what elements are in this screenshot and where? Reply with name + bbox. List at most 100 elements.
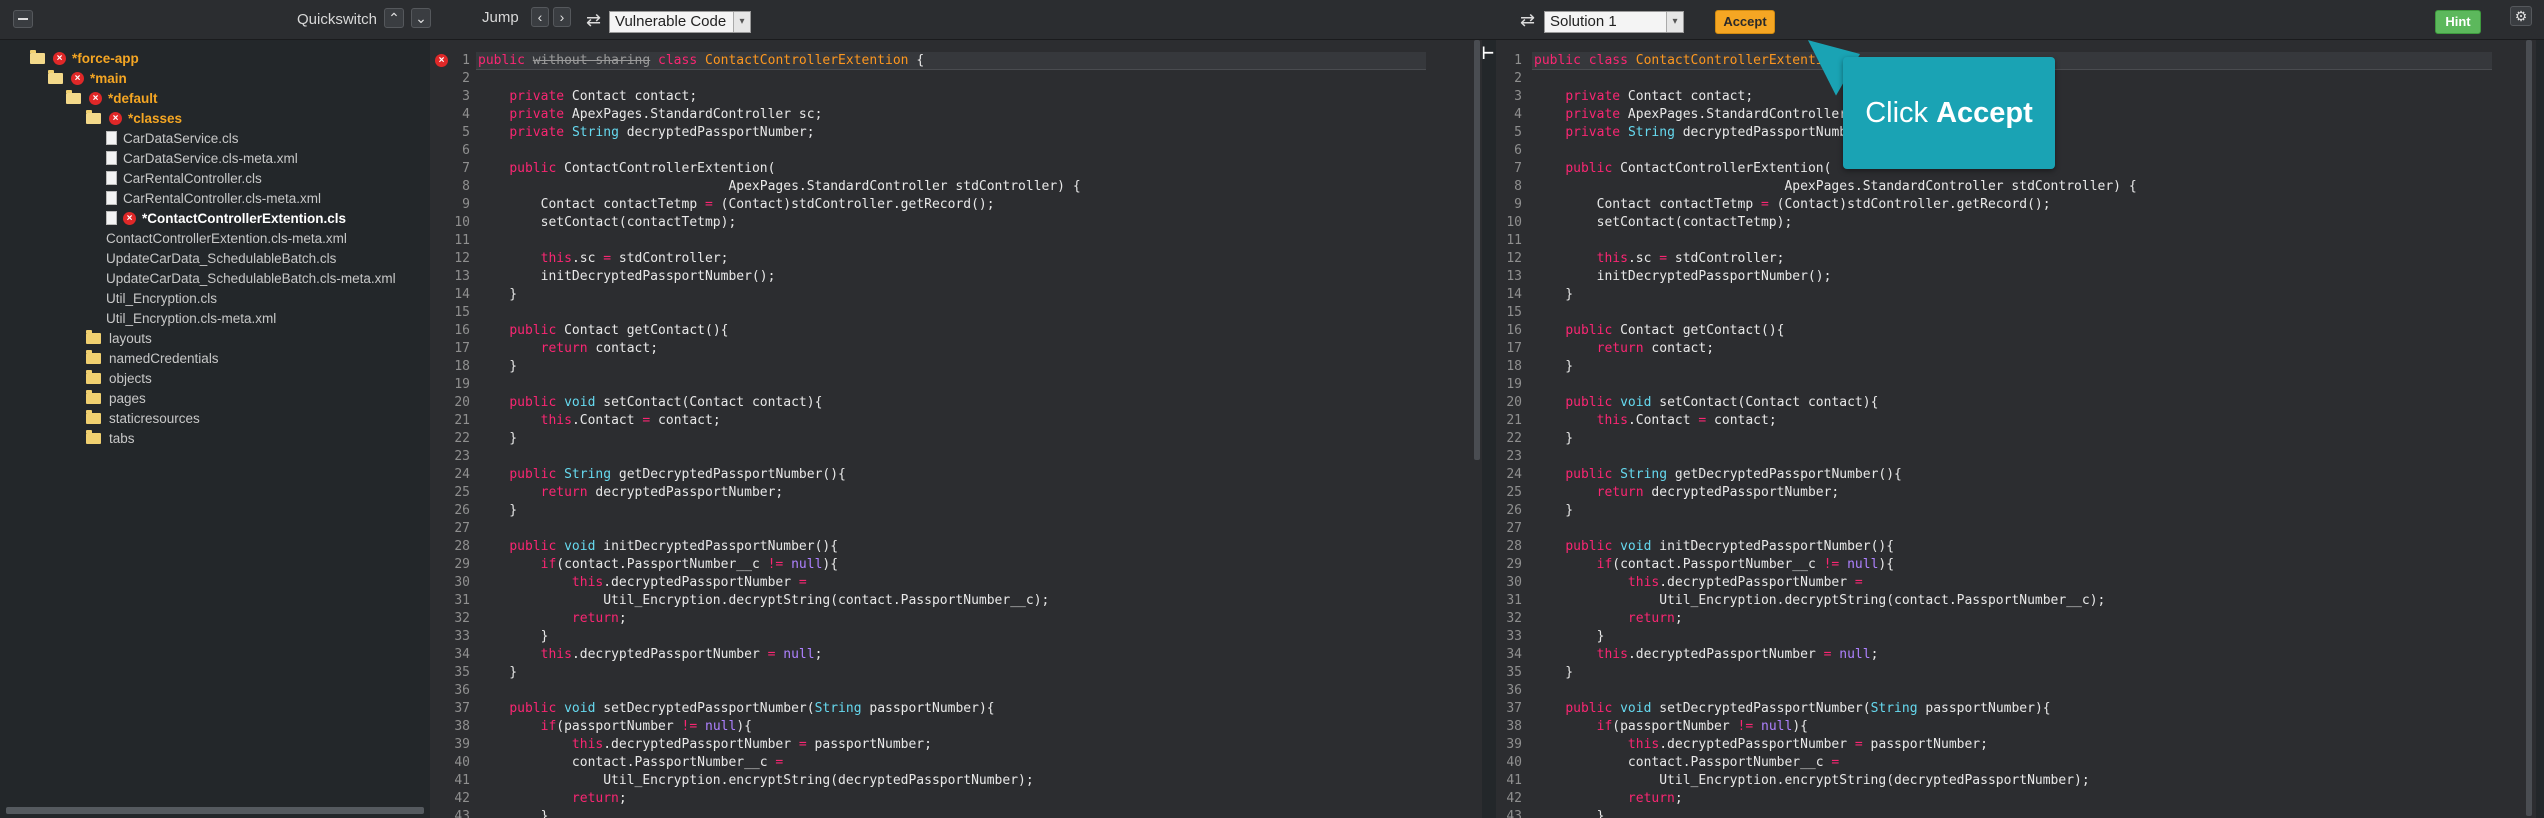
code-line[interactable]: return; — [1534, 790, 1683, 808]
error-icon[interactable]: × — [435, 54, 448, 67]
code-line[interactable]: } — [1534, 664, 1573, 682]
code-line[interactable]: public ContactControllerExtention( — [1534, 160, 1831, 178]
code-line[interactable]: this.Contact = contact; — [1534, 412, 1777, 430]
code-line[interactable]: public void setContact(Contact contact){ — [478, 394, 822, 412]
code-line[interactable]: } — [1534, 628, 1605, 646]
code-line[interactable]: public void setContact(Contact contact){ — [1534, 394, 1878, 412]
merge-arrow-icon[interactable]: ⊢ — [1482, 40, 1494, 64]
tree-file[interactable]: CarRentalController.cls — [106, 168, 262, 188]
code-line[interactable]: this.decryptedPassportNumber = passportN… — [478, 736, 932, 754]
code-line[interactable]: Util_Encryption.decryptString(contact.Pa… — [1534, 592, 2105, 610]
code-line[interactable]: return decryptedPassportNumber; — [478, 484, 784, 502]
code-line[interactable]: return; — [478, 610, 627, 628]
tree-folder[interactable]: namedCredentials — [86, 348, 219, 368]
code-line[interactable]: private String decryptedPassportNumber; — [478, 124, 814, 142]
code-line[interactable]: if(passportNumber != null){ — [478, 718, 752, 736]
code-line[interactable]: public String getDecryptedPassportNumber… — [1534, 466, 1902, 484]
code-line[interactable]: if(passportNumber != null){ — [1534, 718, 1808, 736]
code-line[interactable]: initDecryptedPassportNumber(); — [1534, 268, 1832, 286]
code-line[interactable]: this.sc = stdController; — [1534, 250, 1785, 268]
code-line[interactable]: ApexPages.StandardController stdControll… — [1534, 178, 2136, 196]
code-line[interactable]: private Contact contact; — [1534, 88, 1753, 106]
tree-file[interactable]: CarDataService.cls — [106, 128, 239, 148]
tree-file[interactable]: CarRentalController.cls-meta.xml — [106, 188, 321, 208]
code-line[interactable]: this.decryptedPassportNumber = — [1534, 574, 1863, 592]
code-line[interactable]: Contact contactTetmp = (Contact)stdContr… — [1534, 196, 2051, 214]
menu-collapse-button[interactable] — [13, 10, 33, 28]
code-line[interactable]: } — [1534, 808, 1605, 818]
jump-prev-button[interactable]: ‹ — [531, 7, 549, 27]
tree-folder[interactable]: × *classes — [86, 108, 182, 128]
code-line[interactable]: public void setDecryptedPassportNumber(S… — [1534, 700, 2050, 718]
code-line[interactable]: ApexPages.StandardController stdControll… — [478, 178, 1080, 196]
tree-file[interactable]: UpdateCarData_SchedulableBatch.cls-meta.… — [106, 268, 396, 288]
settings-button[interactable]: ⚙ — [2510, 6, 2532, 26]
code-line[interactable]: this.decryptedPassportNumber = — [478, 574, 807, 592]
vulnerable-code-editor[interactable]: 1 2 3 4 5 6 7 8 9 10 11 12 13 14 15 16 17 18 19 20 21 22 23 24 2… — [430, 40, 1482, 818]
code-line[interactable]: return contact; — [478, 340, 658, 358]
quickswitch-up-button[interactable]: ⌃ — [384, 8, 404, 28]
tree-folder[interactable]: × *force-app — [30, 48, 139, 68]
tree-folder[interactable]: staticresources — [86, 408, 200, 428]
code-line[interactable]: } — [478, 502, 517, 520]
editor-vertical-scrollbar[interactable] — [2526, 40, 2532, 816]
code-line[interactable]: private String decryptedPassportNumber; — [1534, 124, 1870, 142]
code-line[interactable]: } — [1534, 502, 1573, 520]
code-line[interactable]: public ContactControllerExtention( — [478, 160, 775, 178]
code-line[interactable]: initDecryptedPassportNumber(); — [478, 268, 776, 286]
left-version-select[interactable]: Vulnerable Code ▾ — [609, 11, 751, 33]
code-line[interactable]: } — [1534, 430, 1573, 448]
right-version-select[interactable]: Solution 1 ▾ — [1544, 11, 1684, 33]
code-line[interactable]: return contact; — [1534, 340, 1714, 358]
code-line[interactable]: private ApexPages.StandardController sc; — [478, 106, 822, 124]
code-line[interactable]: } — [478, 628, 549, 646]
code-line[interactable]: private Contact contact; — [478, 88, 697, 106]
jump-next-button[interactable]: › — [553, 7, 571, 27]
code-line[interactable]: } — [478, 430, 517, 448]
code-line[interactable]: Util_Encryption.encryptString(decryptedP… — [1534, 772, 2089, 790]
tree-file[interactable]: Util_Encryption.cls — [106, 288, 217, 308]
code-line[interactable]: contact.PassportNumber__c = — [478, 754, 783, 772]
tree-file[interactable]: ContactControllerExtention.cls-meta.xml — [106, 228, 347, 248]
tree-folder[interactable]: layouts — [86, 328, 152, 348]
code-line[interactable]: } — [1534, 286, 1573, 304]
tree-file[interactable]: × *ContactControllerExtention.cls — [106, 208, 346, 228]
code-line[interactable]: this.Contact = contact; — [478, 412, 721, 430]
code-line[interactable]: public without sharing class ContactCont… — [478, 52, 924, 70]
code-line[interactable]: } — [478, 358, 517, 376]
code-line[interactable]: Util_Encryption.encryptString(decryptedP… — [478, 772, 1033, 790]
code-line[interactable]: } — [1534, 358, 1573, 376]
code-line[interactable]: this.decryptedPassportNumber = null; — [478, 646, 823, 664]
tree-horizontal-scrollbar[interactable] — [6, 807, 424, 814]
code-line[interactable]: } — [478, 664, 517, 682]
code-line[interactable]: this.decryptedPassportNumber = null; — [1534, 646, 1879, 664]
editor-vertical-scrollbar[interactable] — [1474, 40, 1480, 460]
code-line[interactable]: this.sc = stdController; — [478, 250, 729, 268]
tree-file[interactable]: Util_Encryption.cls-meta.xml — [106, 308, 276, 328]
code-line[interactable]: return; — [1534, 610, 1683, 628]
tree-folder[interactable]: pages — [86, 388, 146, 408]
code-line[interactable]: setContact(contactTetmp); — [1534, 214, 1793, 232]
code-line[interactable]: Contact contactTetmp = (Contact)stdContr… — [478, 196, 995, 214]
code-line[interactable]: public String getDecryptedPassportNumber… — [478, 466, 846, 484]
code-line[interactable]: public Contact getContact(){ — [1534, 322, 1784, 340]
tree-file[interactable]: CarDataService.cls-meta.xml — [106, 148, 298, 168]
tree-folder[interactable]: tabs — [86, 428, 135, 448]
code-line[interactable]: } — [478, 286, 517, 304]
code-line[interactable]: private ApexPages.StandardController sc; — [1534, 106, 1878, 124]
code-line[interactable]: return; — [478, 790, 627, 808]
shuffle-icon[interactable]: ⇄ — [586, 10, 601, 31]
code-line[interactable]: if(contact.PassportNumber__c != null){ — [1534, 556, 1894, 574]
code-line[interactable]: public void initDecryptedPassportNumber(… — [1534, 538, 1894, 556]
shuffle-icon[interactable]: ⇄ — [1520, 10, 1535, 31]
tree-folder[interactable]: objects — [86, 368, 152, 388]
tree-folder[interactable]: × *main — [48, 68, 127, 88]
code-line[interactable]: this.decryptedPassportNumber = passportN… — [1534, 736, 1988, 754]
quickswitch-down-button[interactable]: ⌄ — [411, 8, 431, 28]
hint-button[interactable]: Hint — [2435, 10, 2481, 34]
code-line[interactable]: } — [478, 808, 549, 818]
code-line[interactable]: if(contact.PassportNumber__c != null){ — [478, 556, 838, 574]
code-line[interactable]: public Contact getContact(){ — [478, 322, 728, 340]
code-line[interactable]: public void initDecryptedPassportNumber(… — [478, 538, 838, 556]
code-line[interactable]: public void setDecryptedPassportNumber(S… — [478, 700, 994, 718]
